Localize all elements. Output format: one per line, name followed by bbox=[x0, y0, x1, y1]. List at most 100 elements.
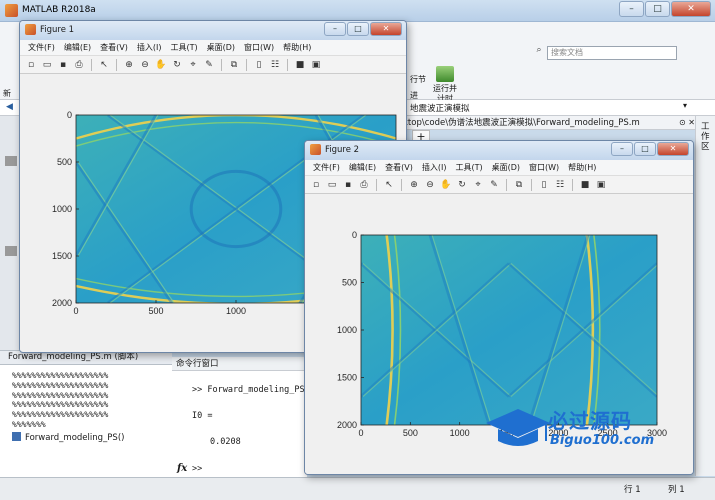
maximize-button[interactable]: □ bbox=[347, 22, 369, 36]
new-figure-icon[interactable]: ▫ bbox=[309, 178, 323, 192]
y-tick-label: 1000 bbox=[337, 325, 357, 335]
menu-tools[interactable]: 工具(T) bbox=[170, 42, 197, 53]
save-icon[interactable]: ▪ bbox=[341, 178, 355, 192]
legend-icon[interactable]: ☷ bbox=[553, 178, 567, 192]
menu-tools[interactable]: 工具(T) bbox=[455, 162, 482, 173]
panel-handle[interactable] bbox=[5, 246, 17, 256]
run-and-time-button[interactable]: 运行并 计时 bbox=[430, 66, 460, 104]
menu-file[interactable]: 文件(F) bbox=[313, 162, 340, 173]
open-icon[interactable]: ▭ bbox=[40, 58, 54, 72]
pan-icon[interactable]: ✋ bbox=[154, 58, 168, 72]
figure-title-bar[interactable]: Figure 1 – □ ✕ bbox=[20, 21, 406, 40]
menu-edit[interactable]: 编辑(E) bbox=[64, 42, 91, 53]
y-tick-label: 1500 bbox=[52, 251, 72, 261]
figure-window-controls: – □ ✕ bbox=[324, 22, 402, 36]
workspace-tab[interactable]: 工作区 bbox=[701, 122, 711, 152]
toolbar-separator bbox=[401, 178, 402, 191]
figure-title-bar[interactable]: Figure 2 – □ ✕ bbox=[305, 141, 693, 160]
open-icon[interactable]: ▭ bbox=[325, 178, 339, 192]
menu-window[interactable]: 窗口(W) bbox=[529, 162, 559, 173]
menu-help[interactable]: 帮助(H) bbox=[568, 162, 596, 173]
command-window[interactable]: >> Forward_modeling_PS I0 = 0.0208 fx >> bbox=[172, 371, 307, 477]
maximize-button[interactable]: □ bbox=[645, 1, 670, 17]
show-plot-tools-icon[interactable]: ▣ bbox=[309, 58, 323, 72]
watermark-url: Biguo100.com bbox=[550, 433, 655, 448]
toolbar-separator bbox=[246, 58, 247, 71]
editor-tab[interactable]: ktop\code\伪谱法地震波正演模拟\Forward_modeling_PS… bbox=[395, 116, 695, 130]
chevron-down-icon[interactable]: ▾ bbox=[683, 101, 687, 110]
close-icon[interactable]: ⊙ ✕ bbox=[679, 116, 695, 130]
colorbar-icon[interactable]: ▯ bbox=[537, 178, 551, 192]
menu-file[interactable]: 文件(F) bbox=[28, 42, 55, 53]
x-tick-label: 0 bbox=[358, 428, 363, 438]
brush-icon[interactable]: ✎ bbox=[487, 178, 501, 192]
window-controls: – □ ✕ bbox=[619, 1, 711, 17]
panel-handle[interactable] bbox=[5, 156, 17, 166]
print-icon[interactable]: ⎙ bbox=[357, 178, 371, 192]
new-button-label[interactable]: 新 bbox=[3, 88, 11, 99]
command-prompt[interactable]: >> bbox=[192, 464, 202, 474]
back-arrow-icon[interactable]: ◀ bbox=[6, 102, 13, 112]
data-cursor-icon[interactable]: ⌖ bbox=[186, 58, 200, 72]
matlab-title-bar: MATLAB R2018a – □ ✕ bbox=[0, 0, 715, 22]
close-button[interactable]: ✕ bbox=[671, 1, 711, 17]
data-cursor-icon[interactable]: ⌖ bbox=[471, 178, 485, 192]
y-tick-label: 2000 bbox=[337, 420, 357, 430]
fx-icon[interactable]: fx bbox=[177, 463, 187, 474]
y-tick-label: 2000 bbox=[52, 298, 72, 308]
hide-plot-tools-icon[interactable]: ■ bbox=[578, 178, 592, 192]
rotate-icon[interactable]: ↻ bbox=[170, 58, 184, 72]
legend-icon[interactable]: ☷ bbox=[268, 58, 282, 72]
x-tick-label: 1000 bbox=[226, 306, 246, 316]
pan-icon[interactable]: ✋ bbox=[439, 178, 453, 192]
zoom-in-icon[interactable]: ⊕ bbox=[407, 178, 421, 192]
toolbar-separator bbox=[506, 178, 507, 191]
toolbar-separator bbox=[91, 58, 92, 71]
print-icon[interactable]: ⎙ bbox=[72, 58, 86, 72]
minimize-button[interactable]: – bbox=[611, 142, 633, 156]
save-icon[interactable]: ▪ bbox=[56, 58, 70, 72]
minimize-button[interactable]: – bbox=[619, 1, 644, 17]
details-function-item[interactable]: Forward_modeling_PS() bbox=[12, 432, 124, 443]
maximize-button[interactable]: □ bbox=[634, 142, 656, 156]
x-tick-label: 1000 bbox=[450, 428, 470, 438]
menu-desktop[interactable]: 桌面(D) bbox=[207, 42, 235, 53]
link-icon[interactable]: ⧉ bbox=[512, 178, 526, 192]
comment-line: %%%%%%%%%%%%%%%%%%%% bbox=[12, 400, 109, 410]
search-input[interactable]: 搜索文档 bbox=[547, 46, 677, 60]
rotate-icon[interactable]: ↻ bbox=[455, 178, 469, 192]
zoom-out-icon[interactable]: ⊖ bbox=[138, 58, 152, 72]
minimize-button[interactable]: – bbox=[324, 22, 346, 36]
menu-insert[interactable]: 插入(I) bbox=[137, 42, 162, 53]
link-icon[interactable]: ⧉ bbox=[227, 58, 241, 72]
menu-insert[interactable]: 插入(I) bbox=[422, 162, 447, 173]
colorbar-icon[interactable]: ▯ bbox=[252, 58, 266, 72]
toolstrip-section-label[interactable]: 行节 bbox=[410, 74, 426, 85]
toolbar-separator bbox=[376, 178, 377, 191]
pointer-icon[interactable]: ↖ bbox=[382, 178, 396, 192]
y-tick-label: 500 bbox=[57, 157, 72, 167]
current-folder-path[interactable]: 地震波正演模拟 bbox=[410, 102, 470, 114]
menu-view[interactable]: 查看(V) bbox=[385, 162, 413, 173]
menu-edit[interactable]: 编辑(E) bbox=[349, 162, 376, 173]
y-tick-label: 500 bbox=[342, 278, 357, 288]
close-button[interactable]: ✕ bbox=[370, 22, 402, 36]
brush-icon[interactable]: ✎ bbox=[202, 58, 216, 72]
menu-help[interactable]: 帮助(H) bbox=[283, 42, 311, 53]
menu-view[interactable]: 查看(V) bbox=[100, 42, 128, 53]
zoom-in-icon[interactable]: ⊕ bbox=[122, 58, 136, 72]
comment-line: %%%%%%%%%%%%%%%%%%%% bbox=[12, 371, 109, 380]
menu-window[interactable]: 窗口(W) bbox=[244, 42, 274, 53]
close-button[interactable]: ✕ bbox=[657, 142, 689, 156]
details-comment-block: %%%%%%%%%%%%%%%%%%%%%%%%%%%%%%%%%%%%%%%%… bbox=[12, 371, 108, 430]
search-icon[interactable]: ⌕ bbox=[533, 45, 545, 59]
new-figure-icon[interactable]: ▫ bbox=[24, 58, 38, 72]
toolbar-separator bbox=[531, 178, 532, 191]
run-time-icon bbox=[436, 66, 454, 82]
show-plot-tools-icon[interactable]: ▣ bbox=[594, 178, 608, 192]
pointer-icon[interactable]: ↖ bbox=[97, 58, 111, 72]
hide-plot-tools-icon[interactable]: ■ bbox=[293, 58, 307, 72]
watermark-text: 必过源码 bbox=[548, 409, 632, 433]
zoom-out-icon[interactable]: ⊖ bbox=[423, 178, 437, 192]
menu-desktop[interactable]: 桌面(D) bbox=[492, 162, 520, 173]
